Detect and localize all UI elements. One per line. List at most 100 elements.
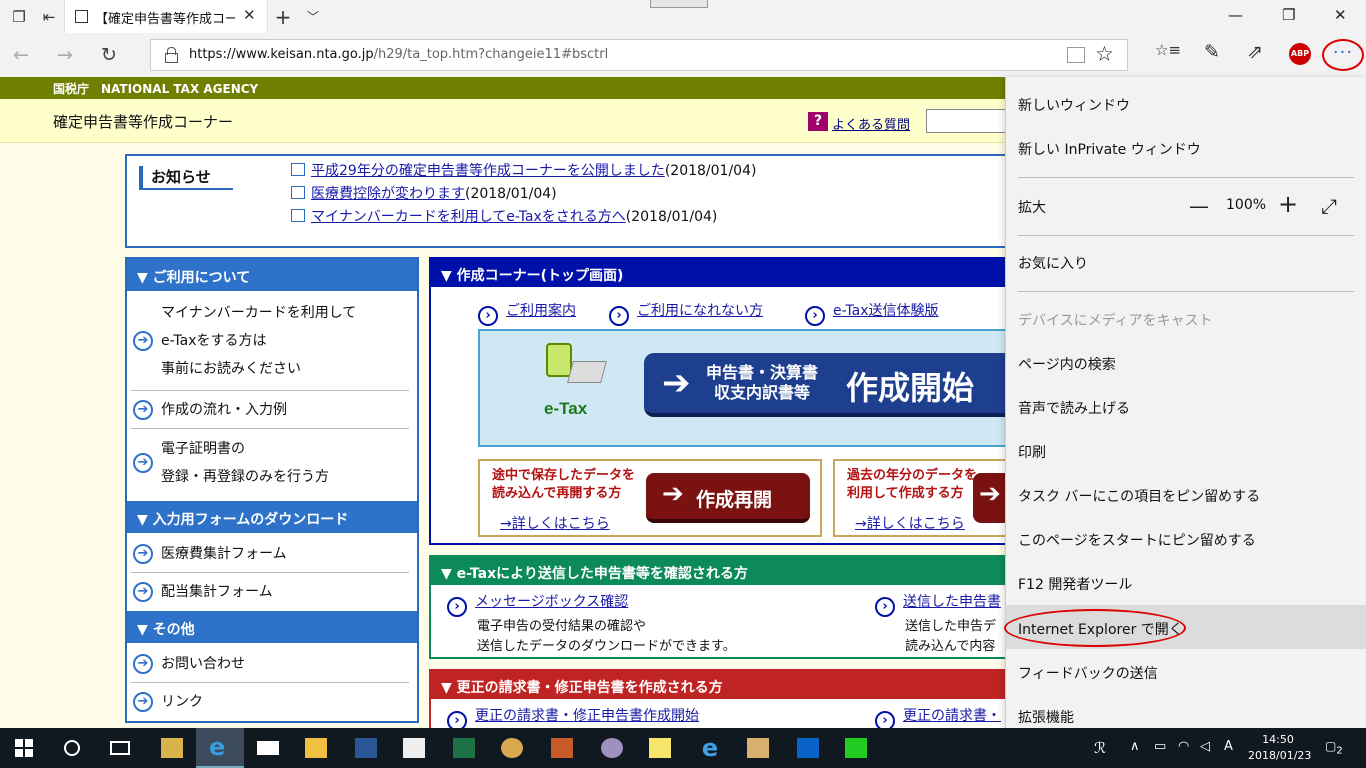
folder-app-icon[interactable] bbox=[292, 728, 340, 768]
menu-pin-start[interactable]: このページをスタートにピン留めする bbox=[1018, 530, 1256, 550]
notice-item: 平成29年分の確定申告書等作成コーナーを公開しました(2018/01/04) bbox=[291, 160, 756, 180]
notice-link[interactable]: 医療費控除が変わります bbox=[311, 186, 465, 202]
nav-item-contact[interactable]: ➔ お問い合わせ bbox=[131, 645, 409, 683]
notice-link[interactable]: マイナンバーカードを利用してe-Taxをされる方へ bbox=[311, 209, 626, 225]
left-navigation: ▼ ご利用について ➔ マイナンバーカードを利用して e-Taxをする方は 事前… bbox=[125, 257, 419, 723]
nav-item-certificate[interactable]: ➔ 電子証明書の 登録・再登録のみを行う方 bbox=[131, 429, 409, 501]
arrow-icon: ➔ bbox=[133, 453, 153, 473]
start-creation-button[interactable]: ➔ 申告書・決算書 収支内訳書等 作成開始 bbox=[644, 353, 1005, 417]
site-search-input[interactable] bbox=[926, 109, 1005, 133]
resume-creation-button[interactable]: ➔ 作成再開 bbox=[646, 473, 810, 523]
excel-app-icon[interactable] bbox=[440, 728, 488, 768]
past-year-button[interactable]: ➔ bbox=[973, 473, 1005, 523]
favorites-hub-icon[interactable]: ☆≡ bbox=[1154, 41, 1182, 59]
faq-link[interactable]: よくある質問 bbox=[832, 114, 910, 133]
arrow-circle-icon: › bbox=[875, 711, 895, 728]
link-label[interactable]: ご利用案内 bbox=[506, 303, 576, 319]
menu-extensions[interactable]: 拡張機能 bbox=[1018, 707, 1074, 727]
faq-question-icon[interactable]: ? bbox=[808, 112, 828, 131]
refresh-button[interactable]: ↻ bbox=[94, 41, 124, 69]
word-app-icon[interactable] bbox=[342, 728, 390, 768]
address-url[interactable]: https://www.keisan.nta.go.jp/h29/ta_top.… bbox=[189, 47, 608, 62]
minimize-button[interactable]: — bbox=[1228, 6, 1243, 24]
tray-expand-icon[interactable]: ∧ bbox=[1130, 739, 1140, 754]
link-usage-guide[interactable]: › ご利用案内 bbox=[478, 300, 576, 326]
maximize-button[interactable]: ❐ bbox=[1282, 6, 1295, 24]
tab-close-icon[interactable]: ✕ bbox=[243, 6, 256, 24]
store-app-icon[interactable] bbox=[390, 728, 438, 768]
tab-list-icon[interactable]: ❐ bbox=[4, 0, 34, 33]
window-drag-handle[interactable] bbox=[650, 0, 708, 8]
menu-send-feedback[interactable]: フィードバックの送信 bbox=[1018, 663, 1158, 683]
sticky-notes-app-icon[interactable] bbox=[636, 728, 684, 768]
edge-app-icon[interactable]: e bbox=[196, 728, 244, 768]
nav-item-dividend-form[interactable]: ➔ 配当集計フォーム bbox=[131, 573, 409, 611]
link-not-available[interactable]: › ご利用になれない方 bbox=[609, 300, 763, 326]
menu-divider bbox=[1018, 235, 1354, 236]
zoom-value: 100% bbox=[1226, 197, 1267, 213]
paint-brush-app-icon[interactable] bbox=[588, 728, 636, 768]
sent-returns-link[interactable]: 送信した申告書 bbox=[903, 594, 1001, 610]
wifi-icon[interactable]: ◠ bbox=[1178, 739, 1189, 754]
nav-item-flow[interactable]: ➔ 作成の流れ・入力例 bbox=[131, 391, 409, 429]
add-favorite-star-icon[interactable]: ☆ bbox=[1095, 42, 1114, 66]
toolbox-app-icon[interactable] bbox=[538, 728, 586, 768]
back-button[interactable]: ← bbox=[6, 41, 36, 69]
clock[interactable]: 14:50 2018/01/23 bbox=[1248, 732, 1311, 764]
explorer-app-icon[interactable] bbox=[148, 728, 196, 768]
share-icon[interactable]: ⇗ bbox=[1241, 41, 1269, 63]
nav-item-links[interactable]: ➔ リンク bbox=[131, 683, 409, 721]
zoom-in-button[interactable]: + bbox=[1278, 190, 1298, 218]
arrow-right-icon: ➔ bbox=[662, 479, 684, 509]
close-window-button[interactable]: ✕ bbox=[1334, 6, 1347, 24]
tab-preview-chevron-icon[interactable]: ﹀ bbox=[298, 0, 328, 33]
link-label[interactable]: e-Tax送信体験版 bbox=[833, 303, 938, 319]
internet-explorer-app-icon[interactable]: e bbox=[686, 728, 734, 768]
sent-returns-column: › 送信した申告書 送信した申告デ 読み込んで内容 bbox=[875, 591, 1001, 657]
link-label[interactable]: ご利用になれない方 bbox=[637, 303, 763, 319]
tab-active[interactable]: 【確定申告書等作成コーナ ✕ bbox=[64, 0, 268, 33]
link-etax-trial[interactable]: › e-Tax送信体験版 bbox=[805, 300, 938, 326]
menu-cast-media: デバイスにメディアをキャスト bbox=[1018, 313, 1213, 329]
volume-icon[interactable]: ◁ bbox=[1200, 739, 1210, 754]
new-tab-button[interactable]: + bbox=[268, 0, 298, 33]
menu-devtools[interactable]: F12 開発者ツール bbox=[1018, 574, 1132, 594]
menu-favorites[interactable]: お気に入り bbox=[1018, 253, 1088, 273]
windows-start-icon[interactable] bbox=[15, 739, 33, 757]
nav-item-medical-form[interactable]: ➔ 医療費集計フォーム bbox=[131, 535, 409, 573]
battery-icon[interactable]: ▭ bbox=[1154, 739, 1166, 754]
nav-item-mynumber[interactable]: ➔ マイナンバーカードを利用して e-Taxをする方は 事前にお読みください bbox=[131, 293, 409, 391]
people-icon[interactable]: ℛ bbox=[1094, 739, 1106, 757]
correction-request-link[interactable]: 更正の請求書・ bbox=[903, 708, 1001, 724]
adblock-plus-icon[interactable]: ABP bbox=[1289, 43, 1311, 65]
menu-read-aloud[interactable]: 音声で読み上げる bbox=[1018, 398, 1130, 418]
correction-column: › 更正の請求書・修正申告書作成開始 bbox=[447, 705, 699, 728]
menu-new-inprivate[interactable]: 新しい InPrivate ウィンドウ bbox=[1018, 139, 1201, 159]
task-view-icon[interactable] bbox=[96, 728, 144, 768]
menu-find-on-page[interactable]: ページ内の検索 bbox=[1018, 354, 1116, 374]
correction-start-link[interactable]: 更正の請求書・修正申告書作成開始 bbox=[475, 708, 699, 724]
photo-app-icon[interactable] bbox=[734, 728, 782, 768]
ime-status-icon[interactable]: A bbox=[1224, 739, 1233, 754]
reading-view-icon[interactable] bbox=[1067, 47, 1085, 63]
address-bar[interactable]: https://www.keisan.nta.go.jp/h29/ta_top.… bbox=[150, 39, 1128, 71]
web-note-pen-icon[interactable]: ✎ bbox=[1198, 41, 1226, 63]
past-year-details-link[interactable]: →詳しくはこちら bbox=[855, 513, 965, 533]
set-aside-tabs-icon[interactable]: ⇤ bbox=[34, 0, 64, 33]
notice-link[interactable]: 平成29年分の確定申告書等作成コーナーを公開しました bbox=[311, 163, 665, 179]
menu-new-window[interactable]: 新しいウィンドウ bbox=[1018, 95, 1130, 115]
green-app-icon[interactable] bbox=[832, 728, 880, 768]
outlook-app-icon[interactable] bbox=[784, 728, 832, 768]
cortana-search-icon[interactable] bbox=[48, 728, 96, 768]
notification-center-icon[interactable]: ▢2 bbox=[1325, 739, 1343, 756]
message-box-link[interactable]: メッセージボックス確認 bbox=[475, 594, 628, 610]
mail-app-icon[interactable] bbox=[244, 728, 292, 768]
paint-app-icon[interactable] bbox=[488, 728, 536, 768]
zoom-out-button[interactable]: — bbox=[1189, 194, 1209, 218]
resume-details-link[interactable]: →詳しくはこちら bbox=[500, 513, 610, 533]
forward-button[interactable]: → bbox=[50, 41, 80, 69]
settings-more-button[interactable]: ··· bbox=[1322, 39, 1364, 71]
menu-pin-taskbar[interactable]: タスク バーにこの項目をピン留めする bbox=[1018, 486, 1260, 506]
menu-print[interactable]: 印刷 bbox=[1018, 442, 1046, 462]
fullscreen-icon[interactable]: ⤢ bbox=[1321, 194, 1337, 218]
